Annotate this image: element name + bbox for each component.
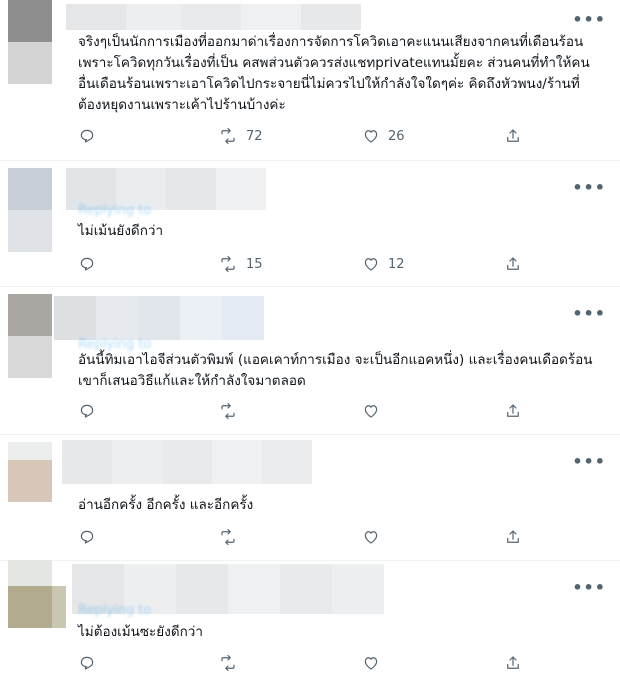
retweet-icon [221,402,235,420]
tweet-actions [78,654,528,676]
retweet-icon [221,255,235,273]
tweet-text: ไม่ต้องเม้นซะยังดีกว่า [78,624,203,640]
tweet-actions: 72 26 [78,127,528,149]
share-button[interactable] [504,528,522,546]
share-icon [507,404,519,417]
tweet-text: จริงๆเป็นนักการเมืองที่ออกมาด่าเรื่องการ… [78,34,590,113]
like-button[interactable]: 26 [362,127,405,145]
retweet-button[interactable]: 15 [218,255,263,273]
reply-icon [80,129,94,143]
like-count: 12 [388,256,405,272]
user-name-blurred[interactable] [54,296,264,340]
retweet-icon [221,127,235,145]
more-icon[interactable]: ••• [572,12,606,28]
tweet[interactable]: ••• จริงๆเป็นนักการเมืองที่ออกมาด่าเรื่อ… [0,0,620,161]
tweet[interactable]: ••• Replying to อันนี้ทิมเอาไอจีส่วนตัวพ… [0,286,620,435]
more-icon[interactable]: ••• [572,306,606,322]
like-button[interactable] [362,402,388,420]
reply-button[interactable] [78,654,96,672]
share-button[interactable] [504,654,522,672]
retweet-button[interactable] [218,528,246,546]
tweet[interactable]: ••• Replying to ไม่เม้นยังดีกว่า 15 12 [0,160,620,287]
reply-icon [80,656,94,670]
share-icon [507,257,519,270]
tweet-actions [78,528,528,550]
like-button[interactable] [362,528,388,546]
share-icon [507,656,519,669]
share-icon [507,129,519,142]
user-name-blurred[interactable] [62,440,312,484]
replying-to: Replying to [78,603,152,618]
retweet-button[interactable] [218,654,246,672]
share-button[interactable] [504,127,522,145]
tweet[interactable]: ••• Replying to ไม่ต้องเม้นซะยังดีกว่า [0,560,620,681]
tweet-text: อันนี้ทิมเอาไอจีส่วนตัวพิมพ์ (แอคเคาท์กา… [78,352,593,389]
more-icon[interactable]: ••• [572,454,606,470]
like-count: 26 [388,128,405,144]
retweet-button[interactable] [218,402,246,420]
retweet-icon [221,528,235,546]
like-button[interactable]: 12 [362,255,405,273]
more-icon[interactable]: ••• [572,580,606,596]
like-button[interactable] [362,654,388,672]
like-icon [364,258,378,271]
share-icon [507,530,519,543]
like-icon [364,130,378,143]
tweet[interactable]: ••• อ่านอีกครั้ง อีกครั้ง และอีกครั้ง [0,434,620,561]
retweet-count: 15 [246,256,263,272]
reply-icon [80,404,94,418]
reply-icon [80,530,94,544]
reply-button[interactable] [78,528,96,546]
share-button[interactable] [504,255,522,273]
reply-button[interactable] [78,127,96,145]
retweet-button[interactable]: 72 [218,127,263,145]
reply-button[interactable] [78,402,96,420]
share-button[interactable] [504,402,522,420]
tweet-actions: 15 12 [78,255,528,277]
replying-to: Replying to [78,203,152,218]
user-name-blurred[interactable] [66,4,361,30]
tweet-text: ไม่เม้นยังดีกว่า [78,223,164,239]
reply-icon [80,257,94,271]
tweet-text: อ่านอีกครั้ง อีกครั้ง และอีกครั้ง [78,497,254,513]
like-icon [364,405,378,418]
like-icon [364,531,378,544]
like-icon [364,657,378,670]
reply-button[interactable] [78,255,96,273]
retweet-icon [221,654,235,672]
more-icon[interactable]: ••• [572,180,606,196]
retweet-count: 72 [246,128,263,144]
tweet-actions [78,402,528,424]
